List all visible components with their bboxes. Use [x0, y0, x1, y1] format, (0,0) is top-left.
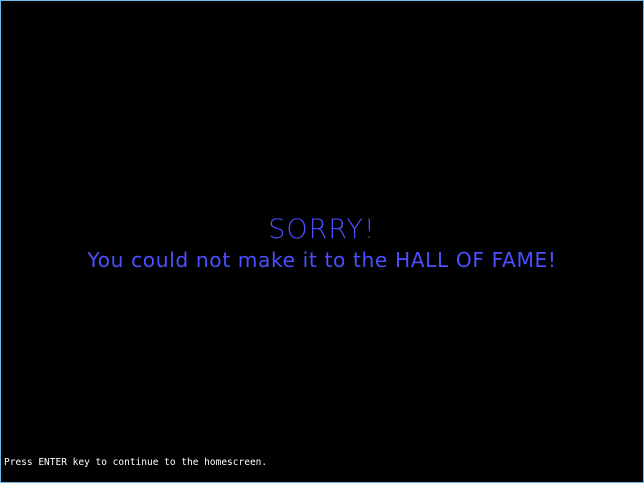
hall-of-fame-message: You could not make it to the HALL OF FAM…	[87, 248, 557, 272]
sorry-title: SORRY!	[268, 214, 376, 245]
message-block: SORRY! You could not make it to the HALL…	[1, 214, 643, 273]
game-screen: SORRY! You could not make it to the HALL…	[0, 0, 644, 483]
continue-prompt: Press ENTER key to continue to the homes…	[4, 457, 268, 468]
